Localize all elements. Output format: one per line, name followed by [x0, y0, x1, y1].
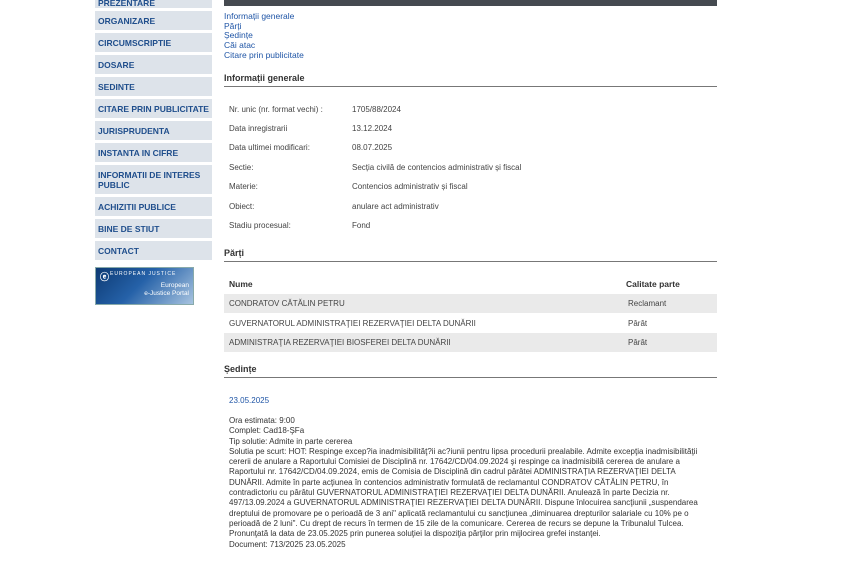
column-header-calitate: Calitate parte — [626, 279, 680, 289]
field-label: Materie: — [229, 182, 258, 191]
field-value: Contencios administrativ și fiscal — [352, 182, 468, 191]
top-bar — [224, 0, 717, 6]
party-name: ADMINISTRAŢIA REZERVAŢIEI BIOSFEREI DELT… — [229, 338, 451, 347]
field-label: Sectie: — [229, 163, 254, 172]
nav-bine-de-stiut[interactable]: BINE DE STIUT — [95, 219, 212, 241]
field-label: Nr. unic (nr. format vechi) : — [229, 105, 323, 114]
nav-dosare[interactable]: DOSARE — [95, 55, 212, 77]
ejustice-line2: e-Justice Portal — [144, 290, 189, 297]
table-row: GUVERNATORUL ADMINISTRAŢIEI REZERVAŢIEI … — [224, 314, 717, 333]
ejustice-line1: European — [160, 282, 189, 289]
nav-circumscriptie[interactable]: CIRCUMSCRIPTIE — [95, 33, 212, 55]
field-value: 08.07.2025 — [352, 143, 393, 152]
section-title-general: Informații generale — [224, 73, 717, 87]
field-value: 1705/88/2024 — [352, 105, 401, 114]
hearing-panel: Complet: Cad18-ŞFa — [229, 426, 305, 436]
field-label: Obiect: — [229, 202, 255, 211]
nav-achizitii-publice[interactable]: ACHIZITII PUBLICE — [95, 197, 212, 219]
column-header-nume: Nume — [229, 279, 253, 289]
sidebar-nav: PREZENTARE ORGANIZARE CIRCUMSCRIPTIE DOS… — [95, 0, 212, 263]
hearing-solution-summary: Solutia pe scurt: HOT: Respinge excep?ia… — [229, 446, 698, 539]
nav-sedinte[interactable]: SEDINTE — [95, 77, 212, 99]
section-title-parti: Părți — [224, 248, 717, 262]
field-label: Data inregistrarii — [229, 124, 288, 133]
field-label: Data ultimei modificari: — [229, 143, 310, 152]
field-value: Secția civilă de contencios administrati… — [352, 163, 522, 172]
nav-instanta-in-cifre[interactable]: INSTANTA IN CIFRE — [95, 143, 212, 165]
anchor-citare-prin-publicitate[interactable]: Citare prin publicitate — [224, 50, 304, 61]
field-value: anulare act administrativ — [352, 202, 439, 211]
ejustice-portal-banner[interactable]: ⓔ EUROPEAN JUSTICE European e-Justice Po… — [95, 267, 194, 305]
nav-contact[interactable]: CONTACT — [95, 241, 212, 263]
party-name: CONDRATOV CĂTĂLIN PETRU — [229, 299, 345, 308]
hearing-document: Document: 713/2025 23.05.2025 — [229, 539, 346, 549]
section-title-sedinte: Ședințe — [224, 364, 717, 378]
ejustice-e-icon: ⓔ — [100, 272, 110, 282]
nav-citare-prin-publicitate[interactable]: CITARE PRIN PUBLICITATE — [95, 99, 212, 121]
nav-prezentare[interactable]: PREZENTARE — [95, 0, 212, 11]
party-name: GUVERNATORUL ADMINISTRAŢIEI REZERVAŢIEI … — [229, 319, 476, 328]
ejustice-caption: European e-Justice Portal — [144, 282, 189, 298]
hearing-time: Ora estimata: 9:00 — [229, 416, 295, 425]
table-row: CONDRATOV CĂTĂLIN PETRU Reclamant — [224, 294, 717, 313]
party-role: Pârât — [628, 338, 648, 347]
hearing-date[interactable]: 23.05.2025 — [229, 396, 269, 405]
field-value: 13.12.2024 — [352, 124, 393, 133]
hearing-solution-type: Tip solutie: Admite in parte cererea — [229, 436, 353, 446]
field-label: Stadiu procesual: — [229, 221, 291, 230]
field-value: Fond — [352, 221, 371, 230]
table-row: ADMINISTRAŢIA REZERVAŢIEI BIOSFEREI DELT… — [224, 333, 717, 352]
party-role: Pârât — [628, 319, 648, 328]
nav-jurisprudenta[interactable]: JURISPRUDENTA — [95, 121, 212, 143]
anchor-links: Informații generale Părți Ședințe Căi at… — [224, 11, 304, 61]
nav-informatii-interes-public[interactable]: INFORMATII DE INTERES PUBLIC — [95, 165, 212, 197]
nav-organizare[interactable]: ORGANIZARE — [95, 11, 212, 33]
hearing-details: Ora estimata: 9:00 Complet: Cad18-ŞFa Ti… — [229, 416, 707, 550]
ejustice-top-text: EUROPEAN JUSTICE — [110, 271, 177, 277]
party-role: Reclamant — [628, 299, 667, 308]
